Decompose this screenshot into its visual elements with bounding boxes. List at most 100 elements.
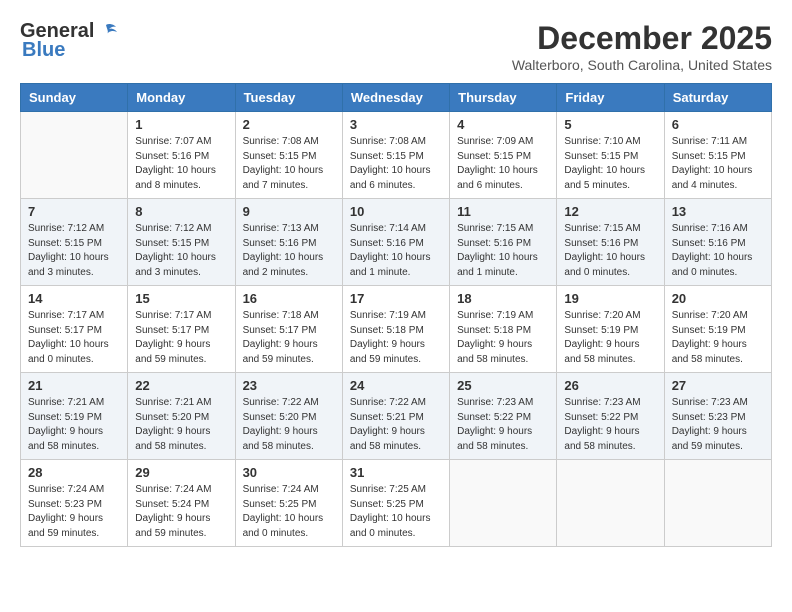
weekday-header: Thursday: [450, 84, 557, 112]
calendar-cell: 3 Sunrise: 7:08 AMSunset: 5:15 PMDaylight…: [342, 112, 449, 199]
day-number: 2: [243, 117, 335, 132]
day-number: 27: [672, 378, 764, 393]
day-number: 20: [672, 291, 764, 306]
day-number: 18: [457, 291, 549, 306]
cell-content: Sunrise: 7:23 AMSunset: 5:22 PMDaylight:…: [564, 396, 656, 454]
cell-content: Sunrise: 7:11 AMSunset: 5:15 PMDaylight:…: [672, 135, 764, 193]
day-number: 30: [243, 465, 335, 480]
cell-content: Sunrise: 7:25 AMSunset: 5:25 PMDaylight:…: [350, 483, 442, 541]
day-number: 10: [350, 204, 442, 219]
cell-content: Sunrise: 7:15 AMSunset: 5:16 PMDaylight:…: [457, 222, 549, 280]
cell-content: Sunrise: 7:22 AMSunset: 5:20 PMDaylight:…: [243, 396, 335, 454]
cell-content: Sunrise: 7:22 AMSunset: 5:21 PMDaylight:…: [350, 396, 442, 454]
cell-content: Sunrise: 7:12 AMSunset: 5:15 PMDaylight:…: [135, 222, 227, 280]
calendar-cell: 31 Sunrise: 7:25 AMSunset: 5:25 PMDayligh…: [342, 460, 449, 547]
weekday-header: Friday: [557, 84, 664, 112]
cell-content: Sunrise: 7:09 AMSunset: 5:15 PMDaylight:…: [457, 135, 549, 193]
calendar-cell: 2 Sunrise: 7:08 AMSunset: 5:15 PMDaylight…: [235, 112, 342, 199]
logo-bird-icon: [96, 23, 118, 41]
cell-content: Sunrise: 7:23 AMSunset: 5:23 PMDaylight:…: [672, 396, 764, 454]
day-number: 25: [457, 378, 549, 393]
day-number: 17: [350, 291, 442, 306]
day-number: 28: [28, 465, 120, 480]
calendar-cell: [450, 460, 557, 547]
cell-content: Sunrise: 7:08 AMSunset: 5:15 PMDaylight:…: [243, 135, 335, 193]
calendar-cell: 1 Sunrise: 7:07 AMSunset: 5:16 PMDaylight…: [128, 112, 235, 199]
day-number: 26: [564, 378, 656, 393]
day-number: 8: [135, 204, 227, 219]
cell-content: Sunrise: 7:10 AMSunset: 5:15 PMDaylight:…: [564, 135, 656, 193]
day-number: 22: [135, 378, 227, 393]
logo-blue-text: Blue: [22, 39, 65, 62]
cell-content: Sunrise: 7:16 AMSunset: 5:16 PMDaylight:…: [672, 222, 764, 280]
calendar-cell: 23 Sunrise: 7:22 AMSunset: 5:20 PMDayligh…: [235, 373, 342, 460]
weekday-header: Saturday: [664, 84, 771, 112]
calendar-cell: 11Sunrise: 7:15 AMSunset: 5:16 PMDayligh…: [450, 199, 557, 286]
day-number: 21: [28, 378, 120, 393]
day-number: 14: [28, 291, 120, 306]
page-header: General Blue December 2025 Walterboro, S…: [20, 20, 772, 73]
calendar-cell: 27 Sunrise: 7:23 AMSunset: 5:23 PMDayligh…: [664, 373, 771, 460]
calendar-cell: 14 Sunrise: 7:17 AMSunset: 5:17 PMDayligh…: [21, 286, 128, 373]
calendar-cell: 8 Sunrise: 7:12 AMSunset: 5:15 PMDaylight…: [128, 199, 235, 286]
calendar-cell: 6 Sunrise: 7:11 AMSunset: 5:15 PMDaylight…: [664, 112, 771, 199]
calendar-cell: 13 Sunrise: 7:16 AMSunset: 5:16 PMDayligh…: [664, 199, 771, 286]
day-number: 6: [672, 117, 764, 132]
cell-content: Sunrise: 7:20 AMSunset: 5:19 PMDaylight:…: [672, 309, 764, 367]
weekday-header: Sunday: [21, 84, 128, 112]
cell-content: Sunrise: 7:24 AMSunset: 5:24 PMDaylight:…: [135, 483, 227, 541]
cell-content: Sunrise: 7:20 AMSunset: 5:19 PMDaylight:…: [564, 309, 656, 367]
day-number: 19: [564, 291, 656, 306]
cell-content: Sunrise: 7:17 AMSunset: 5:17 PMDaylight:…: [135, 309, 227, 367]
calendar-cell: 20 Sunrise: 7:20 AMSunset: 5:19 PMDayligh…: [664, 286, 771, 373]
day-number: 23: [243, 378, 335, 393]
cell-content: Sunrise: 7:23 AMSunset: 5:22 PMDaylight:…: [457, 396, 549, 454]
cell-content: Sunrise: 7:17 AMSunset: 5:17 PMDaylight:…: [28, 309, 120, 367]
cell-content: Sunrise: 7:14 AMSunset: 5:16 PMDaylight:…: [350, 222, 442, 280]
calendar-table: SundayMondayTuesdayWednesdayThursdayFrid…: [20, 83, 772, 547]
calendar-cell: 29 Sunrise: 7:24 AMSunset: 5:24 PMDayligh…: [128, 460, 235, 547]
day-number: 15: [135, 291, 227, 306]
calendar-cell: 24 Sunrise: 7:22 AMSunset: 5:21 PMDayligh…: [342, 373, 449, 460]
day-number: 3: [350, 117, 442, 132]
logo: General Blue: [20, 20, 118, 62]
cell-content: Sunrise: 7:15 AMSunset: 5:16 PMDaylight:…: [564, 222, 656, 280]
calendar-cell: 30 Sunrise: 7:24 AMSunset: 5:25 PMDayligh…: [235, 460, 342, 547]
calendar-cell: 16Sunrise: 7:18 AMSunset: 5:17 PMDayligh…: [235, 286, 342, 373]
calendar-cell: 12Sunrise: 7:15 AMSunset: 5:16 PMDayligh…: [557, 199, 664, 286]
cell-content: Sunrise: 7:21 AMSunset: 5:20 PMDaylight:…: [135, 396, 227, 454]
calendar-cell: 4 Sunrise: 7:09 AMSunset: 5:15 PMDaylight…: [450, 112, 557, 199]
day-number: 1: [135, 117, 227, 132]
calendar-cell: [557, 460, 664, 547]
day-number: 16: [243, 291, 335, 306]
day-number: 4: [457, 117, 549, 132]
weekday-header: Tuesday: [235, 84, 342, 112]
calendar-cell: 19 Sunrise: 7:20 AMSunset: 5:19 PMDayligh…: [557, 286, 664, 373]
day-number: 31: [350, 465, 442, 480]
calendar-cell: 26 Sunrise: 7:23 AMSunset: 5:22 PMDayligh…: [557, 373, 664, 460]
cell-content: Sunrise: 7:19 AMSunset: 5:18 PMDaylight:…: [457, 309, 549, 367]
cell-content: Sunrise: 7:13 AMSunset: 5:16 PMDaylight:…: [243, 222, 335, 280]
location: Walterboro, South Carolina, United State…: [512, 57, 772, 73]
day-number: 29: [135, 465, 227, 480]
cell-content: Sunrise: 7:19 AMSunset: 5:18 PMDaylight:…: [350, 309, 442, 367]
calendar-header-row: SundayMondayTuesdayWednesdayThursdayFrid…: [21, 84, 772, 112]
calendar-cell: 25 Sunrise: 7:23 AMSunset: 5:22 PMDayligh…: [450, 373, 557, 460]
day-number: 13: [672, 204, 764, 219]
calendar-week-row: 7Sunrise: 7:12 AMSunset: 5:15 PMDaylight…: [21, 199, 772, 286]
calendar-cell: 10 Sunrise: 7:14 AMSunset: 5:16 PMDayligh…: [342, 199, 449, 286]
cell-content: Sunrise: 7:24 AMSunset: 5:25 PMDaylight:…: [243, 483, 335, 541]
cell-content: Sunrise: 7:08 AMSunset: 5:15 PMDaylight:…: [350, 135, 442, 193]
calendar-cell: 21 Sunrise: 7:21 AMSunset: 5:19 PMDayligh…: [21, 373, 128, 460]
calendar-cell: 28Sunrise: 7:24 AMSunset: 5:23 PMDayligh…: [21, 460, 128, 547]
cell-content: Sunrise: 7:07 AMSunset: 5:16 PMDaylight:…: [135, 135, 227, 193]
calendar-week-row: 21 Sunrise: 7:21 AMSunset: 5:19 PMDayligh…: [21, 373, 772, 460]
cell-content: Sunrise: 7:21 AMSunset: 5:19 PMDaylight:…: [28, 396, 120, 454]
calendar-cell: 9Sunrise: 7:13 AMSunset: 5:16 PMDaylight…: [235, 199, 342, 286]
day-number: 24: [350, 378, 442, 393]
calendar-cell: 15 Sunrise: 7:17 AMSunset: 5:17 PMDayligh…: [128, 286, 235, 373]
calendar-cell: 22 Sunrise: 7:21 AMSunset: 5:20 PMDayligh…: [128, 373, 235, 460]
month-year: December 2025: [512, 20, 772, 57]
weekday-header: Monday: [128, 84, 235, 112]
title-section: December 2025 Walterboro, South Carolina…: [512, 20, 772, 73]
